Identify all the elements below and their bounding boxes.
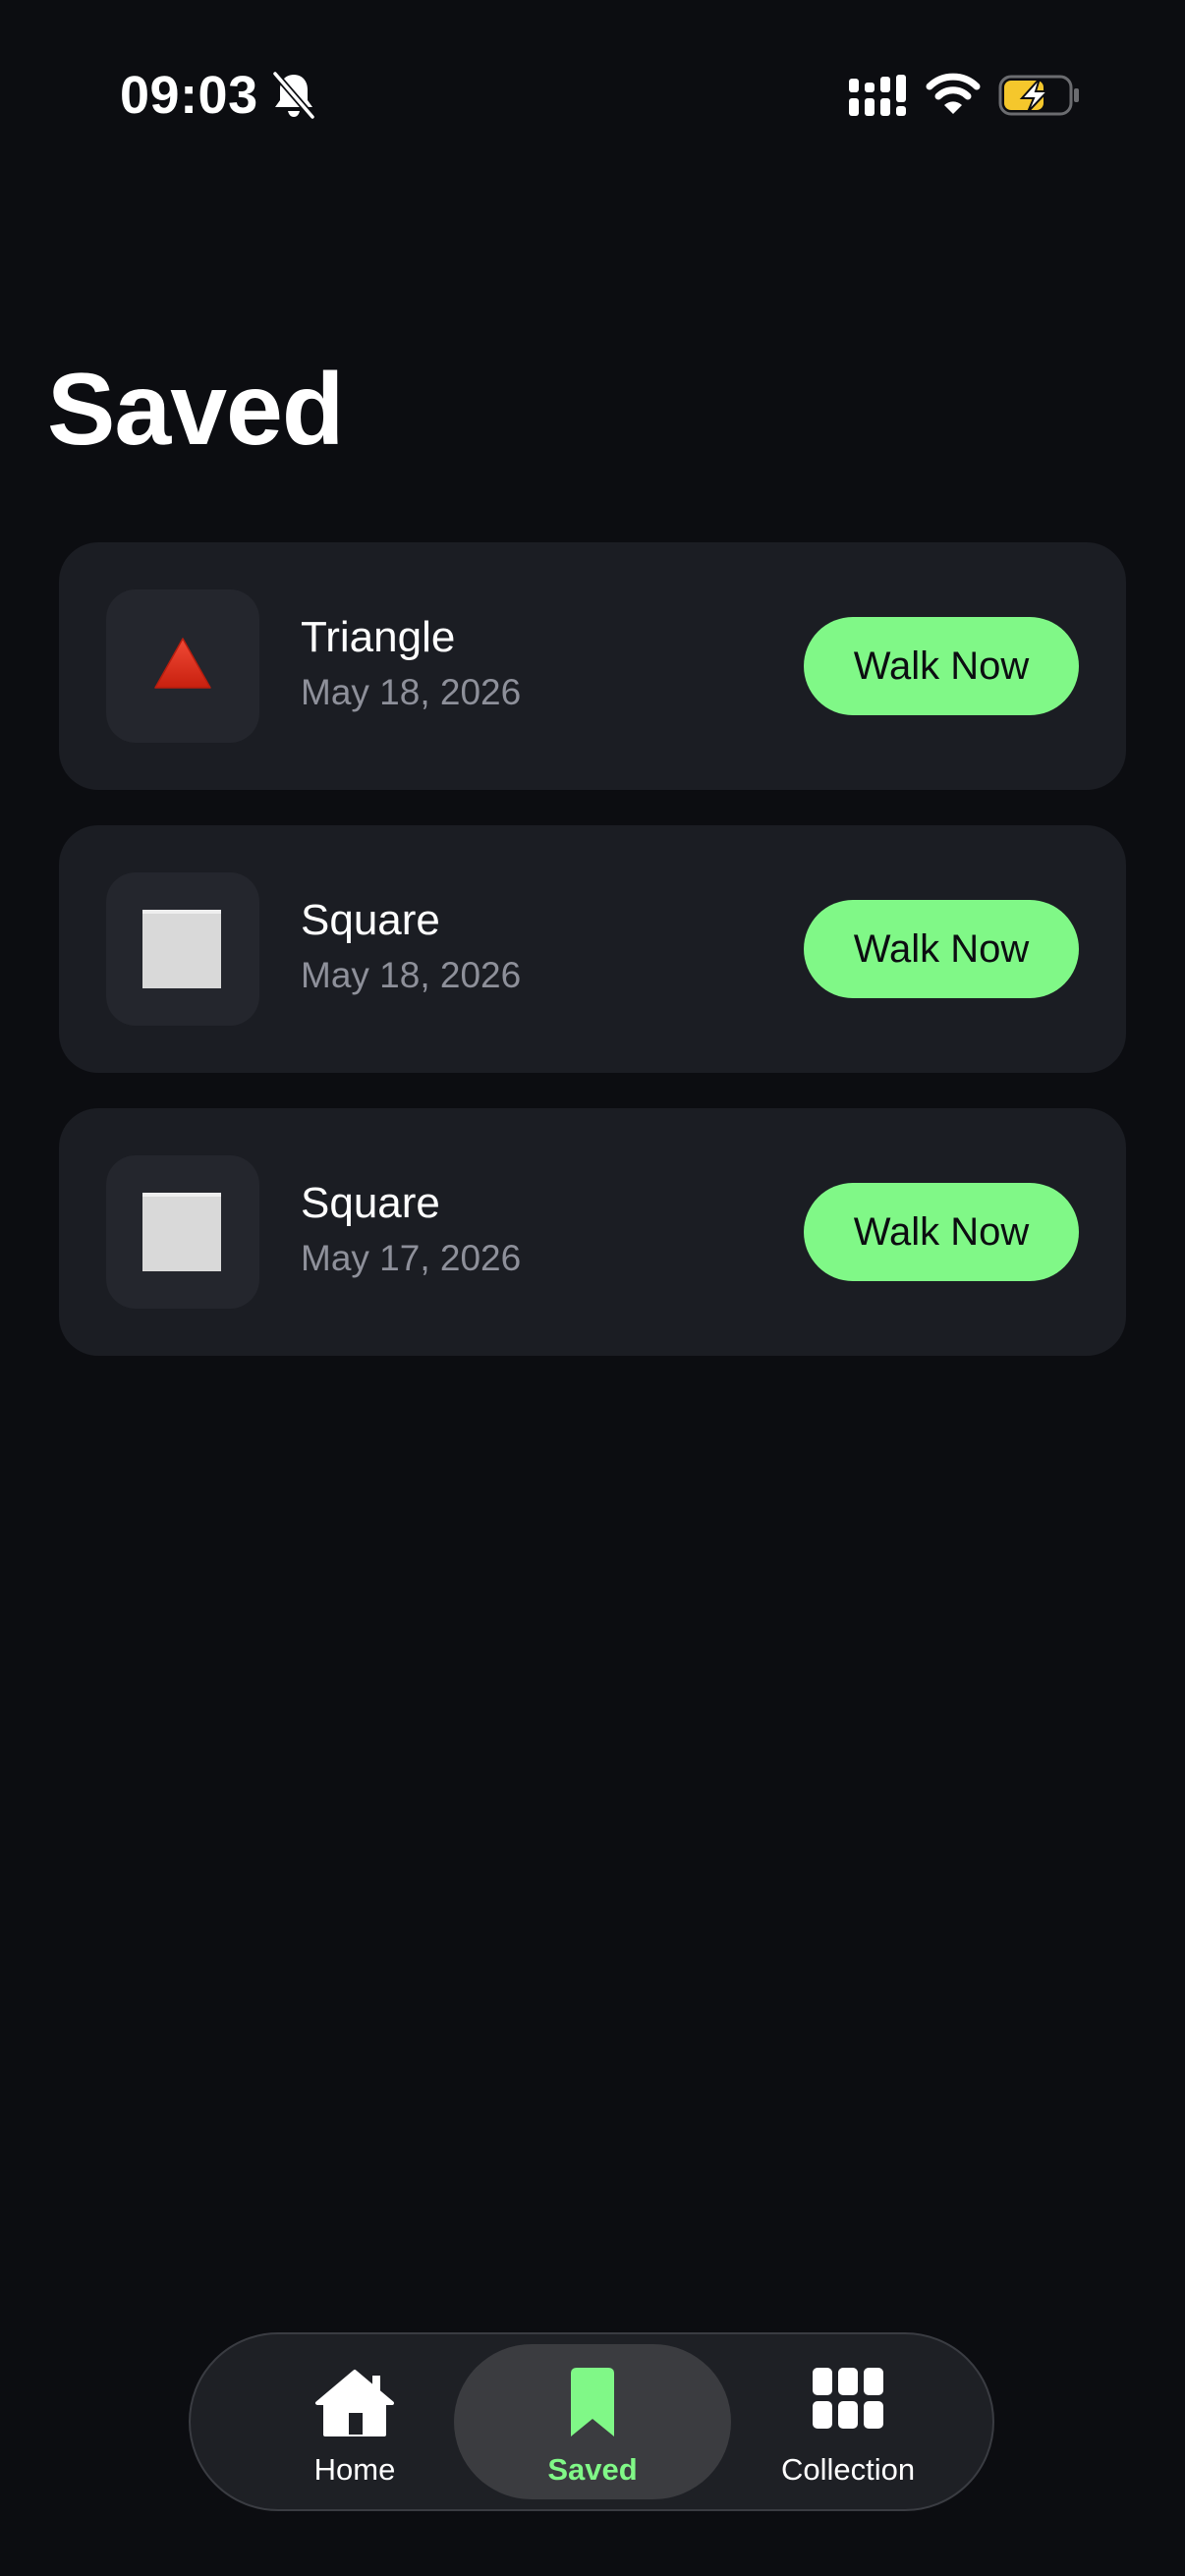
saved-item-name: Square [301, 896, 440, 944]
square-icon [142, 1193, 221, 1271]
status-bar: 09:03 [0, 0, 1185, 196]
saved-item-card[interactable]: Square May 18, 2026 Walk Now [59, 825, 1126, 1073]
tab-bar: Home Saved Collection [189, 2332, 994, 2511]
square-icon [142, 910, 221, 988]
shape-thumbnail [106, 589, 259, 743]
tab-label: Collection [780, 2452, 916, 2487]
grid-icon [813, 2368, 883, 2429]
saved-item-date: May 17, 2026 [301, 1238, 522, 1278]
battery-charging-icon [998, 75, 1079, 116]
walk-now-button[interactable]: Walk Now [804, 617, 1079, 715]
shape-thumbnail [106, 1155, 259, 1309]
page-title: Saved [47, 353, 344, 467]
triangle-icon [154, 638, 211, 689]
tab-collection[interactable]: Collection [709, 2344, 987, 2499]
saved-item-card[interactable]: Triangle May 18, 2026 Walk Now [59, 542, 1126, 790]
saved-item-name: Square [301, 1179, 440, 1227]
bell-slash-icon [272, 71, 315, 120]
wifi-icon [926, 73, 981, 114]
saved-item-name: Triangle [301, 613, 456, 661]
tab-label: Home [313, 2452, 396, 2487]
bookmark-icon [571, 2368, 614, 2436]
walk-now-button[interactable]: Walk Now [804, 1183, 1079, 1281]
home-icon [315, 2370, 394, 2436]
saved-item-date: May 18, 2026 [301, 672, 522, 712]
status-time: 09:03 [120, 66, 258, 125]
saved-item-card[interactable]: Square May 17, 2026 Walk Now [59, 1108, 1126, 1356]
tab-label: Saved [547, 2452, 638, 2487]
saved-item-date: May 18, 2026 [301, 955, 522, 995]
walk-now-button[interactable]: Walk Now [804, 900, 1079, 998]
tab-saved[interactable]: Saved [454, 2344, 731, 2499]
tab-home[interactable]: Home [216, 2344, 493, 2499]
cellular-signal-icon [849, 75, 906, 116]
shape-thumbnail [106, 872, 259, 1026]
